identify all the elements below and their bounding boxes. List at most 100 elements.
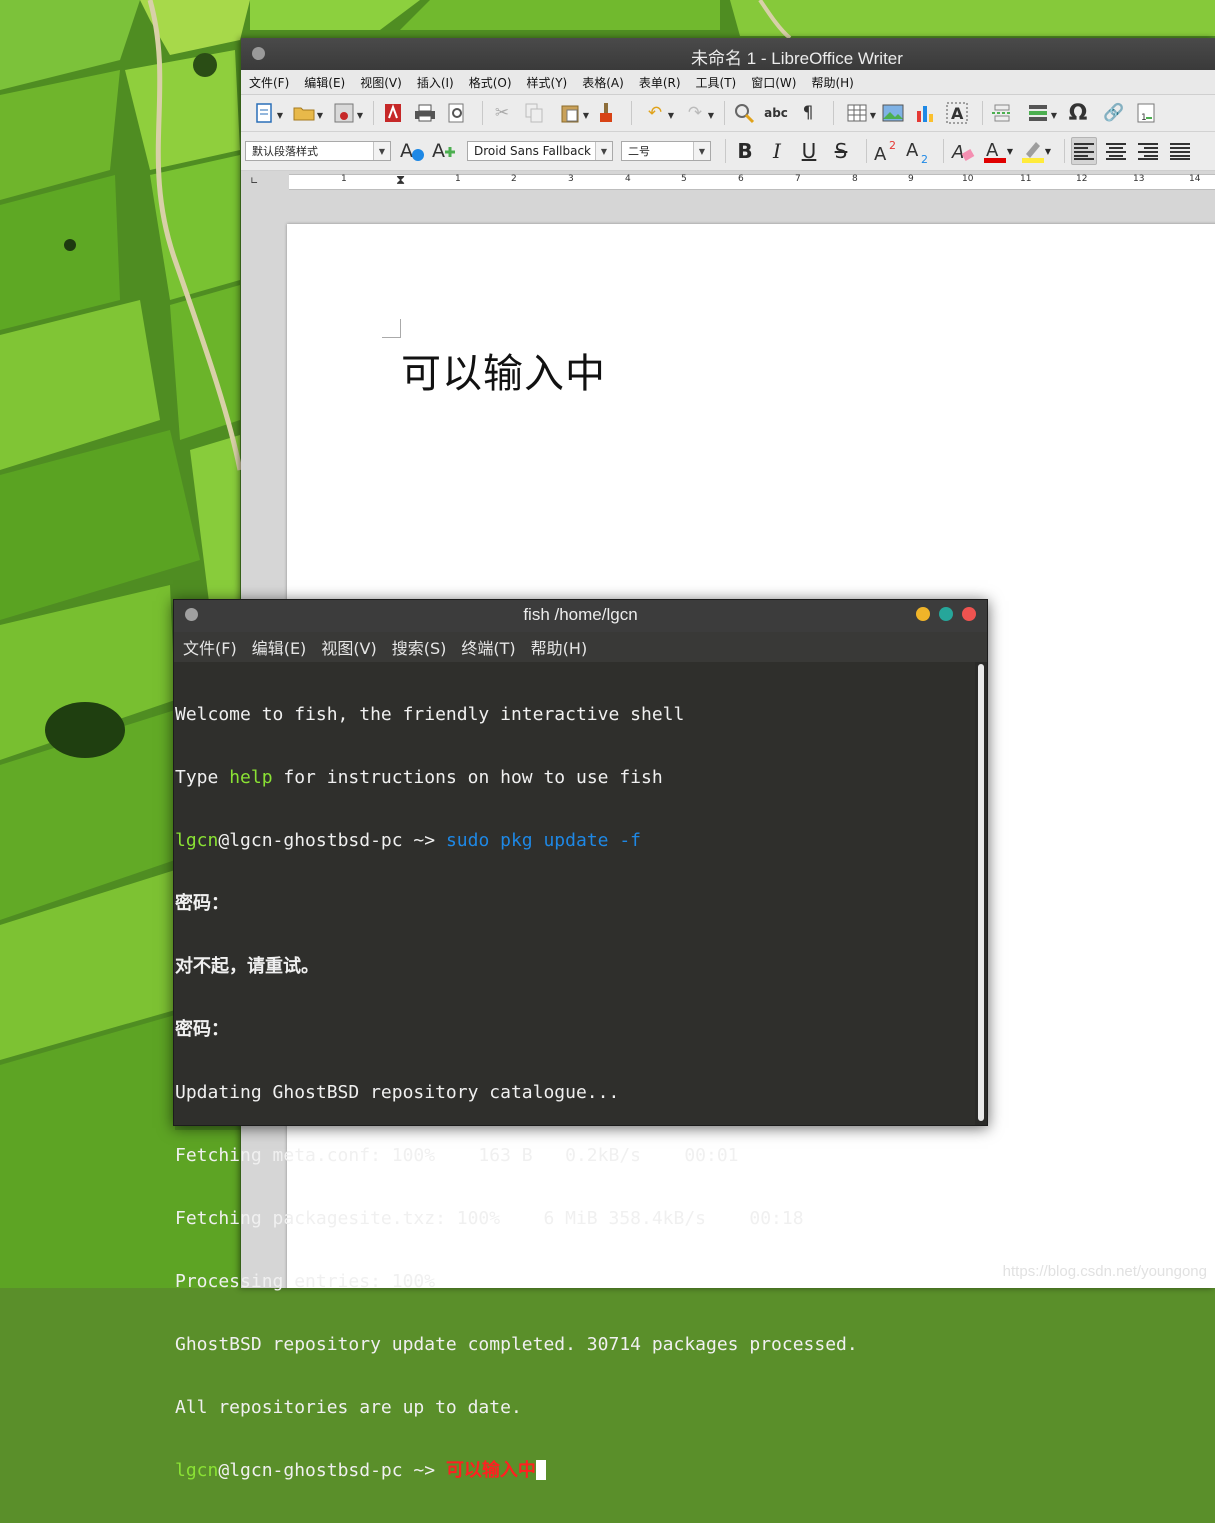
terminal-line: Type help for instructions on how to use… <box>175 767 975 788</box>
terminal-titlebar[interactable]: fish /home/lgcn <box>174 600 987 632</box>
terminal-window: fish /home/lgcn 文件(F) 编辑(E) 视图(V) 搜索(S) … <box>173 599 988 1481</box>
special-character-icon[interactable]: Ω <box>1061 100 1095 126</box>
subscript-icon[interactable]: A2 <box>905 137 931 165</box>
menu-tools[interactable]: 工具(T) <box>694 74 739 91</box>
output-text: 密码： <box>175 893 229 914</box>
update-style-icon[interactable]: A <box>399 137 425 165</box>
redo-icon[interactable]: ↷ ▼ <box>678 100 714 126</box>
term-menu-file[interactable]: 文件(F) <box>183 635 237 659</box>
close-button[interactable] <box>962 607 976 621</box>
clear-formatting-icon[interactable]: A <box>950 137 976 165</box>
ruler-number: 8 <box>852 174 858 184</box>
new-style-icon[interactable]: A <box>431 137 457 165</box>
lo-titlebar[interactable]: 未命名 1 - LibreOffice Writer <box>241 38 1215 70</box>
align-center-icon[interactable] <box>1103 137 1129 165</box>
find-replace-icon[interactable] <box>731 100 757 126</box>
menu-format[interactable]: 格式(O) <box>467 74 514 91</box>
command-input[interactable]: 可以输入中 <box>446 1460 536 1481</box>
clone-formatting-icon[interactable] <box>593 100 619 126</box>
prompt-host: @lgcn-ghostbsd-pc ~> <box>218 1460 446 1481</box>
term-menu-edit[interactable]: 编辑(E) <box>252 635 307 659</box>
paste-icon[interactable]: ▼ <box>553 100 589 126</box>
term-menu-search[interactable]: 搜索(S) <box>392 635 447 659</box>
term-menu-help[interactable]: 帮助(H) <box>531 635 588 659</box>
insert-image-icon[interactable] <box>880 100 906 126</box>
terminal-line: Fetching meta.conf: 100% 163 B 0.2kB/s 0… <box>175 1145 975 1166</box>
terminal-line: All repositories are up to date. <box>175 1397 975 1418</box>
text-boundary-mark <box>382 319 401 338</box>
insert-textbox-icon[interactable]: A <box>944 100 970 126</box>
output-text: for instructions on how to use fish <box>272 767 663 788</box>
italic-icon[interactable]: I <box>764 137 790 165</box>
output-text: Processing entries: 100% <box>175 1271 436 1292</box>
standard-toolbar: ▼ ▼ ▼ ✂ ▼ ↶ ▼ ↷ ▼ abc ¶ ▼ A ▼ Ω 🔗 1 <box>241 95 1215 132</box>
font-color-icon[interactable]: A ▼ <box>982 137 1014 165</box>
menu-help[interactable]: 帮助(H) <box>809 74 855 91</box>
formatting-marks-icon[interactable]: ¶ <box>795 100 821 126</box>
menu-form[interactable]: 表单(R) <box>637 74 683 91</box>
ruler-number: 13 <box>1133 174 1145 184</box>
prompt-user: lgcn <box>175 1460 219 1481</box>
save-icon[interactable]: ▼ <box>327 100 363 126</box>
cut-icon[interactable]: ✂ <box>489 100 515 126</box>
menu-window[interactable]: 窗口(W) <box>749 74 798 91</box>
tab-stop-type-icon[interactable]: ∟ <box>250 176 258 187</box>
ruler-number: 5 <box>681 174 687 184</box>
minimize-button[interactable] <box>916 607 930 621</box>
term-menu-terminal[interactable]: 终端(T) <box>461 635 515 659</box>
maximize-button[interactable] <box>939 607 953 621</box>
strikethrough-icon[interactable]: S <box>828 137 854 165</box>
print-icon[interactable] <box>412 100 438 126</box>
menu-styles[interactable]: 样式(Y) <box>525 74 570 91</box>
insert-page-break-icon[interactable] <box>989 100 1015 126</box>
toolbar-separator <box>943 139 944 163</box>
font-size-select[interactable]: 二号 ▼ <box>621 141 711 161</box>
terminal-scrollbar[interactable] <box>975 662 987 1125</box>
menu-insert[interactable]: 插入(I) <box>415 74 456 91</box>
align-left-icon[interactable] <box>1071 137 1097 165</box>
svg-text:A: A <box>400 140 413 162</box>
terminal-output[interactable]: Welcome to fish, the friendly interactiv… <box>174 662 975 1481</box>
underline-icon[interactable]: U <box>796 137 822 165</box>
export-pdf-icon[interactable] <box>380 100 406 126</box>
insert-table-icon[interactable]: ▼ <box>840 100 876 126</box>
chevron-down-icon[interactable]: ▼ <box>693 142 710 160</box>
font-name-select[interactable]: Droid Sans Fallback ▼ <box>467 141 613 161</box>
ruler-number: 9 <box>908 174 914 184</box>
term-menu-view[interactable]: 视图(V) <box>321 635 376 659</box>
bold-icon[interactable]: B <box>732 137 758 165</box>
insert-field-icon[interactable]: ▼ <box>1021 100 1057 126</box>
menu-view[interactable]: 视图(V) <box>358 74 404 91</box>
insert-chart-icon[interactable] <box>912 100 938 126</box>
menu-file[interactable]: 文件(F) <box>247 74 291 91</box>
indent-marker[interactable]: ⧗ <box>396 173 405 188</box>
menu-table[interactable]: 表格(A) <box>580 74 626 91</box>
scrollbar-thumb[interactable] <box>978 664 984 1121</box>
align-right-icon[interactable] <box>1135 137 1161 165</box>
superscript-icon[interactable]: A2 <box>873 137 899 165</box>
paragraph-style-select[interactable]: 默认段落样式 ▼ <box>245 141 391 161</box>
toolbar-separator <box>725 139 726 163</box>
document-text[interactable]: 可以输入中 <box>401 341 606 399</box>
svg-text:A: A <box>951 142 964 163</box>
insert-hyperlink-icon[interactable]: 🔗 <box>1101 100 1127 126</box>
new-document-icon[interactable]: ▼ <box>247 100 283 126</box>
ruler-number: 2 <box>511 174 517 184</box>
chevron-down-icon[interactable]: ▼ <box>595 142 612 160</box>
lo-menubar: 文件(F) 编辑(E) 视图(V) 插入(I) 格式(O) 样式(Y) 表格(A… <box>241 70 1215 95</box>
ruler-number: 10 <box>962 174 974 184</box>
output-text: Fetching packagesite.txz: 100% 6 MiB 358… <box>175 1208 804 1229</box>
copy-icon[interactable] <box>521 100 547 126</box>
terminal-title: fish /home/lgcn <box>523 605 638 624</box>
terminal-line: lgcn@lgcn-ghostbsd-pc ~> sudo pkg update… <box>175 830 975 851</box>
prompt-user: lgcn <box>175 830 219 851</box>
open-folder-icon[interactable]: ▼ <box>287 100 323 126</box>
print-preview-icon[interactable] <box>444 100 470 126</box>
insert-footnote-icon[interactable]: 1 <box>1133 100 1159 126</box>
highlight-color-icon[interactable]: ▼ <box>1020 137 1052 165</box>
justify-icon[interactable] <box>1167 137 1193 165</box>
menu-edit[interactable]: 编辑(E) <box>302 74 347 91</box>
undo-icon[interactable]: ↶ ▼ <box>638 100 674 126</box>
chevron-down-icon[interactable]: ▼ <box>373 142 390 160</box>
spelling-icon[interactable]: abc <box>763 100 789 126</box>
